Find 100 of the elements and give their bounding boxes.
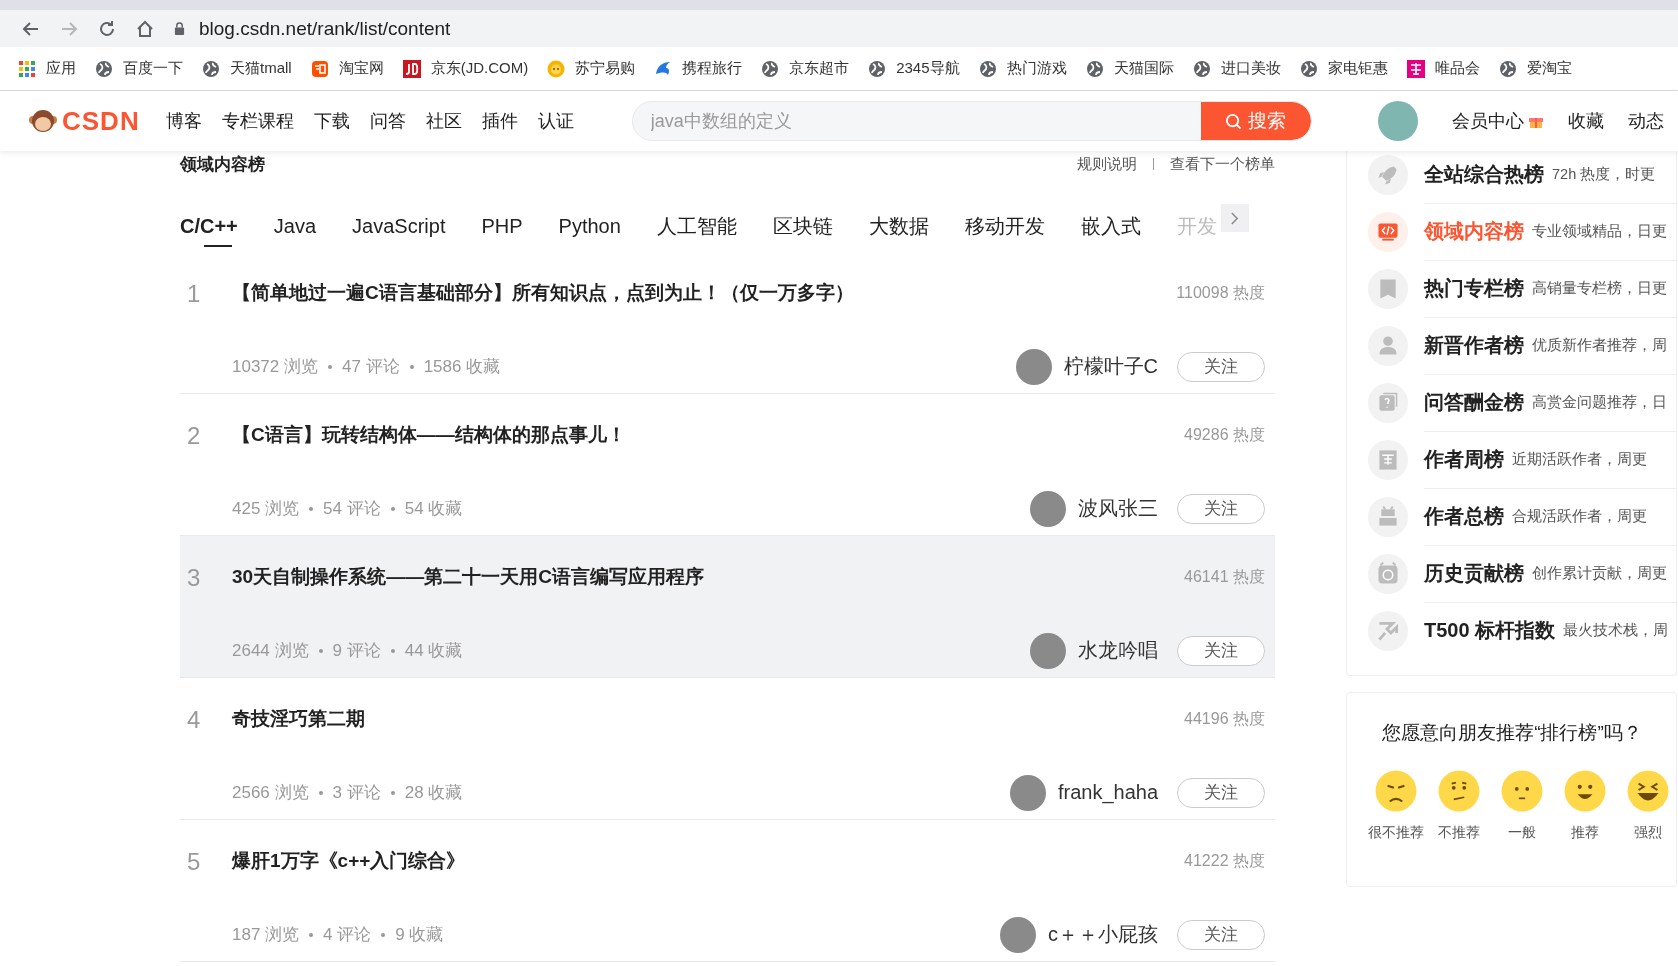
- board-link[interactable]: 历史贡献榜: [1424, 559, 1524, 587]
- category-tab[interactable]: Java: [255, 204, 335, 247]
- apps-icon: [18, 59, 36, 78]
- author-name[interactable]: 波风张三: [1078, 495, 1158, 523]
- rating-option[interactable]: 推荐: [1556, 770, 1614, 841]
- avatar[interactable]: [1000, 916, 1036, 953]
- category-tab[interactable]: 大数据: [850, 204, 947, 247]
- trend-icon: [1367, 609, 1409, 652]
- author-name[interactable]: frank_haha: [1057, 781, 1158, 805]
- follow-button[interactable]: 关注: [1177, 919, 1265, 950]
- header-link[interactable]: 收藏: [1567, 109, 1604, 133]
- bookmark[interactable]: 苏宁易购: [547, 59, 636, 78]
- nav-link[interactable]: 问答: [369, 109, 406, 133]
- nav-link[interactable]: 社区: [425, 109, 462, 133]
- board-link[interactable]: 新晋作者榜: [1424, 331, 1524, 359]
- follow-button[interactable]: 关注: [1177, 635, 1265, 666]
- category-tab[interactable]: JavaScript: [334, 204, 464, 247]
- calendar-icon: [1367, 438, 1409, 481]
- article-stat: 54 收藏: [404, 498, 463, 521]
- header-link[interactable]: 会员中心: [1451, 109, 1544, 133]
- category-tab[interactable]: Python: [540, 204, 639, 247]
- nav-link[interactable]: 插件: [481, 109, 518, 133]
- avatar[interactable]: [1030, 490, 1066, 527]
- rank-number: 4: [187, 706, 202, 735]
- author-name[interactable]: 柠檬叶子C: [1063, 353, 1158, 381]
- rating-option[interactable]: 一般: [1493, 770, 1551, 841]
- bookmark[interactable]: 天猫国际: [1085, 59, 1174, 78]
- article-row[interactable]: 1 【简单地过一遍C语言基础部分】所有知识点，点到为止！（仅一万多字） 110098 热度 10372 浏览 47 评论 1586 收藏 柠檬叶子C 关注: [180, 252, 1275, 394]
- address-field[interactable]: blog.csdn.net/rank/list/content: [199, 17, 451, 40]
- article-row[interactable]: 5 爆肝1万字《c++入门综合》 41222 热度 187 浏览 4 评论 9 收藏 c＋＋小屁孩 关注: [180, 820, 1275, 962]
- bookmark[interactable]: 进口美妆: [1192, 59, 1281, 78]
- article-title[interactable]: 奇技淫巧第二期: [232, 706, 1010, 749]
- avatar[interactable]: [1030, 632, 1066, 669]
- article-row[interactable]: 3 30天自制操作系统——第二十一天用C语言编写应用程序 46141 热度 2644 浏览 9 评论 44 收藏 水龙吟唱 关注: [180, 536, 1275, 678]
- bookmark[interactable]: 应用: [18, 59, 76, 78]
- article-title[interactable]: 爆肝1万字《c++入门综合》: [232, 848, 1000, 891]
- scroll-right-button[interactable]: [1220, 204, 1249, 232]
- bookmark[interactable]: 携程旅行: [654, 59, 743, 78]
- rating-option[interactable]: 很不推荐: [1368, 770, 1425, 841]
- rating-option[interactable]: 强烈: [1619, 770, 1676, 841]
- rank-number: 2: [187, 422, 202, 451]
- rules-link[interactable]: 规则说明: [1077, 154, 1137, 174]
- bookmark[interactable]: 京东(JD.COM): [402, 59, 529, 78]
- follow-button[interactable]: 关注: [1177, 351, 1265, 382]
- emoji-icon: [1438, 770, 1481, 812]
- category-tab[interactable]: 人工智能: [638, 204, 755, 247]
- article-row[interactable]: 4 奇技淫巧第二期 44196 热度 2566 浏览 3 评论 28 收藏 frank_haha 关注: [180, 678, 1275, 820]
- emoji-icon: [1626, 770, 1669, 812]
- avatar[interactable]: [1377, 101, 1418, 141]
- rank-number: 3: [187, 564, 202, 593]
- author-name[interactable]: 水龙吟唱: [1078, 637, 1158, 665]
- search-icon: [1225, 112, 1243, 130]
- board-description: 优质新作者推荐，周: [1532, 335, 1667, 355]
- heat-count: 110098 热度: [1176, 283, 1265, 303]
- follow-button[interactable]: 关注: [1177, 777, 1265, 808]
- bookmark[interactable]: 家电钜惠: [1299, 59, 1388, 78]
- article-stat: 28 收藏: [404, 782, 463, 805]
- bookmark[interactable]: 天猫tmall: [202, 59, 292, 78]
- board-link[interactable]: 全站综合热榜: [1424, 160, 1544, 188]
- nav-link[interactable]: 专栏课程: [221, 109, 294, 133]
- nav-link[interactable]: 下载: [313, 109, 350, 133]
- article-title[interactable]: 【简单地过一遍C语言基础部分】所有知识点，点到为止！（仅一万多字）: [232, 280, 1016, 323]
- article-title[interactable]: 30天自制操作系统——第二十一天用C语言编写应用程序: [232, 564, 1030, 607]
- bookmark[interactable]: 唯品会: [1406, 59, 1480, 78]
- board-link[interactable]: 作者总榜: [1424, 502, 1504, 530]
- category-tab[interactable]: PHP: [463, 204, 541, 247]
- board-title: 领域内容榜: [180, 153, 265, 176]
- bookmark[interactable]: 京东超市: [761, 59, 850, 78]
- question-icon: [1367, 381, 1409, 424]
- globe-icon: [978, 59, 997, 78]
- header-link[interactable]: 动态: [1627, 109, 1664, 133]
- nav-link[interactable]: 认证: [537, 109, 574, 133]
- author-name[interactable]: c＋＋小屁孩: [1048, 921, 1158, 949]
- category-tab[interactable]: C/C++: [180, 204, 256, 247]
- bookmark[interactable]: 淘宝网: [310, 59, 384, 78]
- globe-icon: [202, 59, 220, 78]
- bookmark[interactable]: 2345导航: [868, 59, 960, 78]
- logo-text: CSDN: [62, 105, 140, 137]
- next-board-link[interactable]: 查看下一个榜单: [1170, 154, 1275, 174]
- article-title[interactable]: 【C语言】玩转结构体——结构体的那点事儿！: [232, 422, 1030, 465]
- board-link[interactable]: 作者周榜: [1424, 445, 1504, 473]
- board-link[interactable]: T500 标杆指数: [1424, 617, 1556, 644]
- board-link[interactable]: 热门专栏榜: [1424, 274, 1524, 302]
- bookmark[interactable]: 百度一下: [95, 59, 183, 78]
- board-description: 最火技术栈，周: [1563, 621, 1669, 640]
- tag-icon: [1406, 59, 1425, 78]
- globe-icon: [1085, 59, 1104, 78]
- avatar[interactable]: [1015, 348, 1052, 385]
- bookmark[interactable]: 爱淘宝: [1498, 59, 1572, 78]
- rating-option[interactable]: 不推荐: [1430, 770, 1488, 841]
- category-tab[interactable]: 嵌入式: [1062, 204, 1159, 247]
- follow-button[interactable]: 关注: [1177, 493, 1265, 524]
- user-icon: [1367, 324, 1409, 367]
- board-link[interactable]: 问答酬金榜: [1424, 388, 1524, 416]
- category-tab[interactable]: 区块链: [754, 204, 851, 247]
- avatar[interactable]: [1009, 774, 1046, 811]
- category-tab[interactable]: 移动开发: [946, 204, 1063, 247]
- home-icon: [135, 18, 155, 39]
- nav-link[interactable]: 博客: [165, 109, 202, 133]
- bookmark[interactable]: 热门游戏: [978, 59, 1067, 78]
